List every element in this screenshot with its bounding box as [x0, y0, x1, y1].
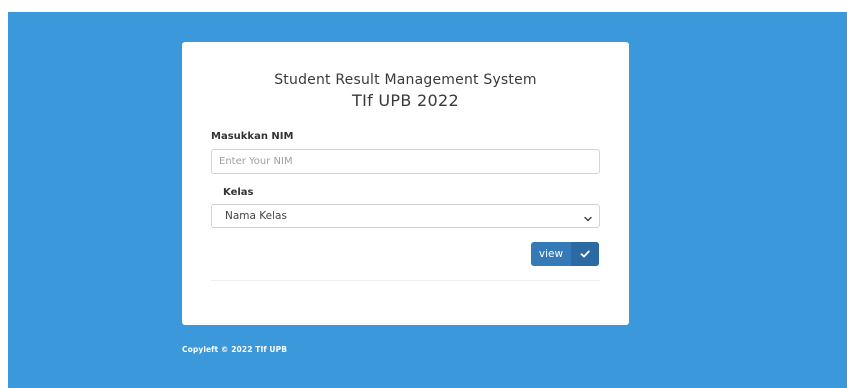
- kelas-select[interactable]: Nama Kelas: [211, 204, 600, 228]
- title-line-2: TIf UPB 2022: [352, 91, 459, 110]
- card-divider: [211, 280, 600, 281]
- page-background: Student Result Management System TIf UPB…: [8, 12, 847, 388]
- login-card: Student Result Management System TIf UPB…: [182, 42, 629, 325]
- view-button[interactable]: view: [531, 242, 599, 266]
- chevron-down-icon: [582, 210, 594, 222]
- nim-label: Masukkan NIM: [211, 131, 294, 142]
- view-button-label: view: [538, 248, 564, 260]
- title-line-1: Student Result Management System: [274, 72, 537, 88]
- kelas-label: Kelas: [223, 187, 254, 198]
- nim-input[interactable]: [211, 149, 600, 174]
- footer-copyleft: Copyleft © 2022 TIf UPB: [182, 345, 288, 354]
- view-button-icon-area: [571, 242, 599, 266]
- kelas-selected-value: Nama Kelas: [225, 210, 287, 222]
- page-title: Student Result Management System TIf UPB…: [182, 70, 629, 112]
- check-icon: [580, 250, 590, 258]
